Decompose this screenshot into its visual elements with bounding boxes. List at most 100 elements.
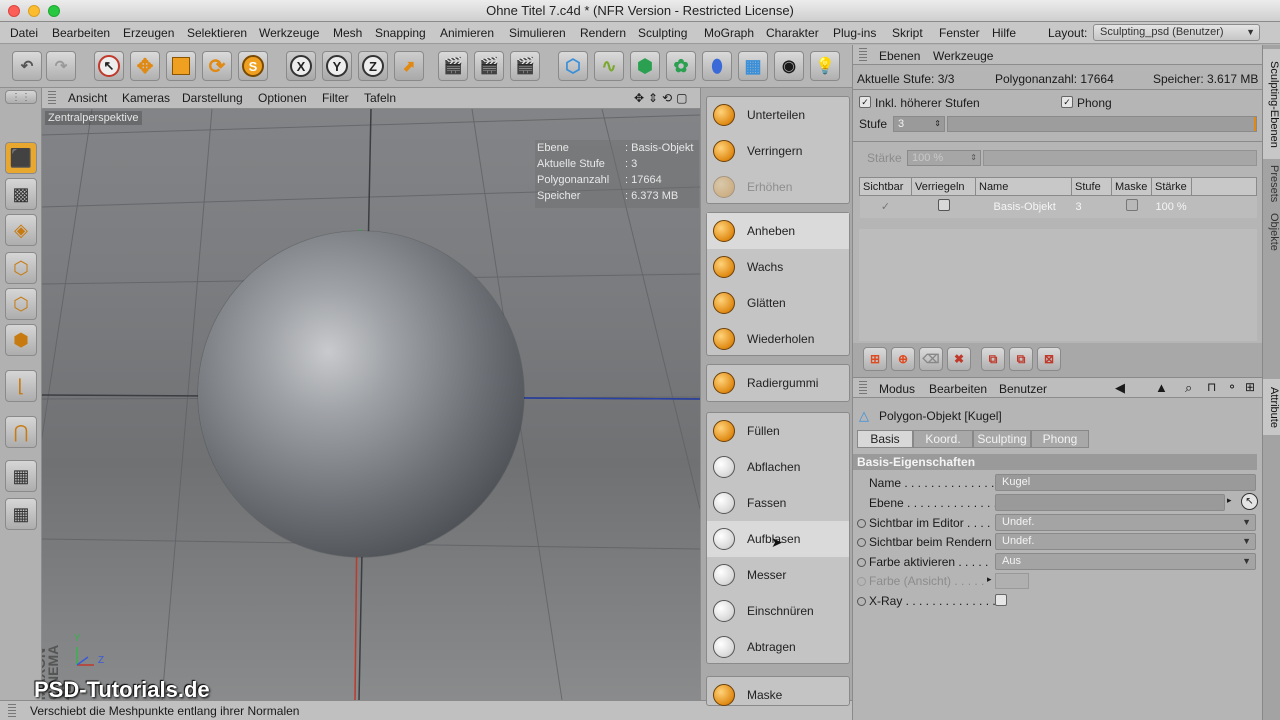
deformer-button[interactable]: ⬮ bbox=[702, 51, 732, 81]
menu-selektieren[interactable]: Selektieren bbox=[187, 26, 247, 40]
layer-link-field[interactable] bbox=[995, 494, 1225, 511]
visible-check-icon[interactable]: ✓ bbox=[860, 196, 912, 218]
coordinate-system-button[interactable]: ⬈ bbox=[394, 51, 424, 81]
keyframe-dot-icon[interactable] bbox=[857, 519, 866, 528]
tab-ebenen[interactable]: Ebenen bbox=[879, 49, 920, 63]
camera-button[interactable]: ◉ bbox=[774, 51, 804, 81]
brush-fassen[interactable]: Fassen bbox=[707, 485, 849, 521]
layout-select[interactable]: Sculpting_psd (Benutzer) ▼ bbox=[1093, 24, 1260, 41]
clear-mask-button[interactable]: ⊠ bbox=[1037, 347, 1061, 371]
polygons-mode-button[interactable]: ⬢ bbox=[5, 324, 37, 356]
menu-animieren[interactable]: Animieren bbox=[440, 26, 494, 40]
live-selection-button[interactable]: ↖ bbox=[94, 51, 124, 81]
brush-glaetten[interactable]: Glätten bbox=[707, 285, 849, 321]
viewport-menu-darstellung[interactable]: Darstellung bbox=[182, 91, 243, 105]
layer-name[interactable]: Basis-Objekt bbox=[976, 196, 1072, 218]
cube-button[interactable]: ⬡ bbox=[558, 51, 588, 81]
slider-handle[interactable] bbox=[1254, 117, 1256, 131]
brush-einschnueren[interactable]: Einschnüren bbox=[707, 593, 849, 629]
mograph-button[interactable]: ✿ bbox=[666, 51, 696, 81]
x-axis-lock-button[interactable]: X bbox=[286, 51, 316, 81]
brush-wiederholen[interactable]: Wiederholen bbox=[707, 321, 849, 357]
keyframe-dot-icon[interactable] bbox=[857, 597, 866, 606]
new-manager-icon[interactable]: ⊞ bbox=[1245, 380, 1255, 394]
brush-maske[interactable]: Maske bbox=[707, 677, 849, 713]
attr-tab-koord[interactable]: Koord. bbox=[913, 430, 973, 448]
side-tab-sculpting-layers[interactable]: Sculpting-Ebenen bbox=[1263, 49, 1280, 159]
col-sichtbar[interactable]: Sichtbar bbox=[859, 177, 912, 196]
attr-menu-benutzer[interactable]: Benutzer bbox=[999, 382, 1047, 396]
render-settings-button[interactable]: 🎬 bbox=[510, 51, 540, 81]
pick-target-icon[interactable]: ↖ bbox=[1241, 493, 1258, 510]
visible-render-select[interactable]: Undef. ▼ bbox=[995, 533, 1256, 550]
col-maske[interactable]: Maske bbox=[1111, 177, 1152, 196]
texture-mode-button[interactable]: ▩ bbox=[5, 178, 37, 210]
menu-fenster[interactable]: Fenster bbox=[939, 26, 980, 40]
environment-button[interactable]: ▦ bbox=[738, 51, 768, 81]
minimize-window-button[interactable] bbox=[28, 5, 40, 17]
z-axis-lock-button[interactable]: Z bbox=[358, 51, 388, 81]
side-tab-attributes[interactable]: Attribute bbox=[1263, 379, 1280, 435]
keyframe-dot-icon[interactable] bbox=[857, 538, 866, 547]
menu-datei[interactable]: Datei bbox=[10, 26, 38, 40]
menu-plugins[interactable]: Plug-ins bbox=[833, 26, 876, 40]
back-arrow-icon[interactable]: ◀ bbox=[1115, 380, 1125, 396]
snapping-button[interactable]: ⋂ bbox=[5, 416, 37, 448]
expand-arrow-icon[interactable]: ▸ bbox=[987, 574, 992, 585]
brush-abtragen[interactable]: Abtragen bbox=[707, 629, 849, 665]
model-mode-button[interactable]: ⬛ bbox=[5, 142, 37, 174]
attr-tab-sculpting[interactable]: Sculpting bbox=[973, 430, 1031, 448]
sculpt-tool-button[interactable]: S bbox=[238, 51, 268, 81]
col-name[interactable]: Name bbox=[975, 177, 1072, 196]
viewport-menu-ansicht[interactable]: Ansicht bbox=[68, 91, 107, 105]
brush-abflachen[interactable]: Abflachen bbox=[707, 449, 849, 485]
col-verriegeln[interactable]: Verriegeln bbox=[911, 177, 976, 196]
menu-erzeugen[interactable]: Erzeugen bbox=[123, 26, 174, 40]
dropdown-arrow-icon[interactable]: ▸ bbox=[1227, 495, 1232, 506]
level-slider[interactable] bbox=[947, 116, 1257, 132]
clear-layer-button[interactable]: ✖ bbox=[947, 347, 971, 371]
viewport-menu-kameras[interactable]: Kameras bbox=[122, 91, 170, 105]
side-tab-objects[interactable]: Objekte bbox=[1263, 207, 1280, 257]
menu-sculpting[interactable]: Sculpting bbox=[638, 26, 687, 40]
color-enable-select[interactable]: Aus ▼ bbox=[995, 553, 1256, 570]
menu-charakter[interactable]: Charakter bbox=[766, 26, 819, 40]
points-mode-button[interactable]: ⬡ bbox=[5, 252, 37, 284]
brush-verringern[interactable]: Verringern bbox=[707, 133, 849, 169]
attr-menu-bearbeiten[interactable]: Bearbeiten bbox=[929, 382, 987, 396]
axis-mode-button[interactable]: ⌊ bbox=[5, 370, 37, 402]
side-tab-presets[interactable]: Presets bbox=[1263, 161, 1280, 205]
xray-checkbox[interactable] bbox=[995, 594, 1007, 606]
render-view-button[interactable]: 🎬 bbox=[438, 51, 468, 81]
sphere-mesh[interactable] bbox=[198, 231, 524, 557]
render-picture-viewer-button[interactable]: 🎬 bbox=[474, 51, 504, 81]
brush-messer[interactable]: Messer bbox=[707, 557, 849, 593]
brush-wachs[interactable]: Wachs bbox=[707, 249, 849, 285]
menu-werkzeuge[interactable]: Werkzeuge bbox=[259, 26, 319, 40]
brush-fuellen[interactable]: Füllen bbox=[707, 413, 849, 449]
viewport-3d[interactable]: Zentralperspektive Ebene: Basis-Objekt A… bbox=[42, 109, 700, 700]
menu-snapping[interactable]: Snapping bbox=[375, 26, 426, 40]
rotate-button[interactable]: ⟳ bbox=[202, 51, 232, 81]
menu-rendern[interactable]: Rendern bbox=[580, 26, 626, 40]
brush-radiergummi[interactable]: Radiergummi bbox=[707, 365, 849, 401]
keyframe-dot-icon[interactable] bbox=[857, 558, 866, 567]
zoom-window-button[interactable] bbox=[48, 5, 60, 17]
phong-checkbox[interactable]: ✓ bbox=[1061, 96, 1073, 108]
brush-anheben[interactable]: Anheben bbox=[707, 213, 849, 249]
menu-simulieren[interactable]: Simulieren bbox=[509, 26, 566, 40]
palette-grip[interactable]: ⋮⋮ bbox=[5, 90, 37, 104]
tab-werkzeuge[interactable]: Werkzeuge bbox=[933, 49, 993, 63]
level-stepper[interactable]: 3 ⇕ bbox=[893, 116, 945, 132]
scale-button[interactable] bbox=[166, 51, 196, 81]
merge-down-button[interactable]: ⧉ bbox=[981, 347, 1005, 371]
workplane-mode-button[interactable]: ◈ bbox=[5, 214, 37, 246]
attr-tab-phong[interactable]: Phong bbox=[1031, 430, 1089, 448]
merge-visible-button[interactable]: ⧉ bbox=[1009, 347, 1033, 371]
workplane-lock-button[interactable]: ▦ bbox=[5, 460, 37, 492]
menu-bearbeiten[interactable]: Bearbeiten bbox=[52, 26, 110, 40]
strength-slider[interactable] bbox=[983, 150, 1257, 166]
table-row[interactable]: ✓ Basis-Objekt 3 100 % bbox=[859, 195, 1257, 218]
add-folder-button[interactable]: ⊕ bbox=[891, 347, 915, 371]
brush-unterteilen[interactable]: Unterteilen bbox=[707, 97, 849, 133]
